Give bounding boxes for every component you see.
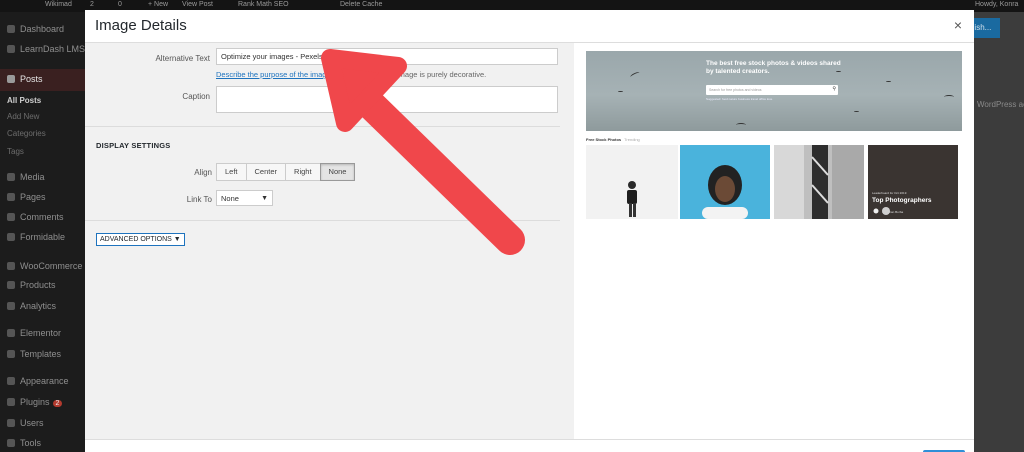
site-name-link[interactable]: Wikimad xyxy=(45,1,72,8)
updates-count[interactable]: 2 xyxy=(90,1,94,8)
preview-photo-portrait xyxy=(680,145,770,219)
bird-shape xyxy=(629,71,641,79)
align-none-button[interactable]: None xyxy=(319,163,356,181)
portrait-silhouette xyxy=(702,165,748,219)
preview-photo-top-photographers: Leaderboard for Oct 2019 Top Photographe… xyxy=(868,145,958,219)
display-settings-title: DISPLAY SETTINGS xyxy=(96,141,171,150)
sidebar-item-plugins[interactable]: Plugins 2 xyxy=(7,397,63,407)
sidebar-item-users[interactable]: Users xyxy=(7,418,44,428)
modal-footer xyxy=(85,439,974,452)
avatar-dots xyxy=(873,207,890,215)
alt-text-label: Alternative Text xyxy=(155,54,210,63)
align-center-button[interactable]: Center xyxy=(245,163,287,181)
preview-hero-text: The best free stock photos & videos shar… xyxy=(706,60,841,75)
sidebar-item-appearance[interactable]: Appearance xyxy=(7,376,69,386)
preview-tab-other: Trending xyxy=(624,137,640,142)
new-link[interactable]: + New xyxy=(148,1,168,8)
align-left-button[interactable]: Left xyxy=(216,163,247,181)
divider xyxy=(85,220,560,221)
dashboard-icon xyxy=(7,25,15,33)
sidebar-item-tools[interactable]: Tools xyxy=(7,438,41,448)
sidebar-item-categories[interactable]: Categories xyxy=(7,129,46,138)
advanced-options-toggle[interactable]: ADVANCED OPTIONS ▼ xyxy=(96,233,185,246)
sidebar-item-add-new[interactable]: Add New xyxy=(7,112,39,121)
rank-math-link[interactable]: Rank Math SEO xyxy=(238,1,289,8)
background-text: WordPress ac xyxy=(977,100,1024,109)
modal-title: Image Details xyxy=(95,17,187,34)
search-icon: ⚲ xyxy=(832,86,836,92)
sidebar-posts-highlight: Posts xyxy=(0,69,85,91)
person-silhouette xyxy=(627,181,637,217)
products-icon xyxy=(7,281,15,289)
bird-shape xyxy=(854,111,859,113)
delete-cache-link[interactable]: Delete Cache xyxy=(340,1,382,8)
sidebar-item-woocommerce[interactable]: WooCommerce xyxy=(7,261,82,271)
comments-count[interactable]: 0 xyxy=(118,1,122,8)
align-button-group: Left Center Right None xyxy=(216,163,356,181)
sidebar-item-formidable[interactable]: Formidable xyxy=(7,232,65,242)
sidebar-item-media[interactable]: Media xyxy=(7,172,45,182)
plugins-icon xyxy=(7,398,15,406)
sidebar-item-pages[interactable]: Pages xyxy=(7,192,46,202)
sidebar-item-all-posts[interactable]: All Posts xyxy=(7,96,41,105)
pin-icon xyxy=(7,75,15,83)
view-post-link[interactable]: View Post xyxy=(182,1,213,8)
templates-icon xyxy=(7,350,15,358)
preview-photo-man xyxy=(586,145,678,219)
bird-shape xyxy=(886,81,891,83)
sidebar-item-posts[interactable]: Posts xyxy=(7,74,43,84)
sidebar-item-elementor[interactable]: Elementor xyxy=(7,328,61,338)
image-preview-panel: The best free stock photos & videos shar… xyxy=(574,43,974,439)
tools-icon xyxy=(7,439,15,447)
comments-icon xyxy=(7,213,15,221)
bird-shape xyxy=(944,95,954,99)
plugins-update-badge: 2 xyxy=(52,400,63,407)
preview-photo-architecture xyxy=(774,145,864,219)
howdy-user[interactable]: Howdy, Konra xyxy=(975,1,1018,8)
sidebar-item-comments[interactable]: Comments xyxy=(7,212,64,222)
alt-text-help-link[interactable]: Describe the purpose of the imag xyxy=(216,70,326,79)
caption-textarea[interactable] xyxy=(216,86,558,113)
preview-search-box: Search for free photos and videos ⚲ xyxy=(706,85,838,95)
link-to-select[interactable]: None ▼ xyxy=(216,190,273,206)
pages-icon xyxy=(7,193,15,201)
elementor-icon xyxy=(7,329,15,337)
sidebar-item-analytics[interactable]: Analytics xyxy=(7,301,56,311)
alt-text-help-rest: the image is purely decorative. xyxy=(384,70,487,79)
appearance-icon xyxy=(7,377,15,385)
preview-tabs: Free Stock Photos Trending xyxy=(586,137,640,142)
admin-sidebar: Dashboard LearnDash LMS Posts All Posts … xyxy=(0,12,85,452)
sidebar-item-products[interactable]: Products xyxy=(7,280,56,290)
modal-header: Image Details × xyxy=(85,10,974,43)
alt-text-help: Describe the purpose of the imag the imag… xyxy=(216,70,486,79)
alt-text-input[interactable] xyxy=(216,48,558,65)
align-right-button[interactable]: Right xyxy=(285,163,321,181)
media-icon xyxy=(7,173,15,181)
image-details-modal: Image Details × Alternative Text Describ… xyxy=(85,10,974,452)
preview-hero-image: The best free stock photos & videos shar… xyxy=(586,51,962,131)
align-label: Align xyxy=(194,168,212,177)
architecture-lines xyxy=(774,145,864,219)
sidebar-item-learndash[interactable]: LearnDash LMS xyxy=(7,44,85,54)
caption-label: Caption xyxy=(182,92,210,101)
sidebar-item-dashboard[interactable]: Dashboard xyxy=(7,24,64,34)
sidebar-item-tags[interactable]: Tags xyxy=(7,147,24,156)
link-to-value: None xyxy=(221,194,239,203)
sidebar-item-templates[interactable]: Templates xyxy=(7,349,61,359)
link-to-label: Link To xyxy=(186,195,212,204)
bird-shape xyxy=(618,91,623,93)
woocommerce-icon xyxy=(7,262,15,270)
chevron-down-icon: ▼ xyxy=(261,195,268,202)
formidable-icon xyxy=(7,233,15,241)
preview-search-placeholder: Search for free photos and videos xyxy=(709,88,762,92)
analytics-icon xyxy=(7,302,15,310)
preview-tab-active: Free Stock Photos xyxy=(586,137,622,142)
learndash-icon xyxy=(7,45,15,53)
close-icon[interactable]: × xyxy=(951,18,965,32)
divider xyxy=(85,126,560,127)
bird-shape xyxy=(736,123,746,127)
users-icon xyxy=(7,419,15,427)
preview-tags: Suggested: food nature business travel o… xyxy=(706,97,773,101)
